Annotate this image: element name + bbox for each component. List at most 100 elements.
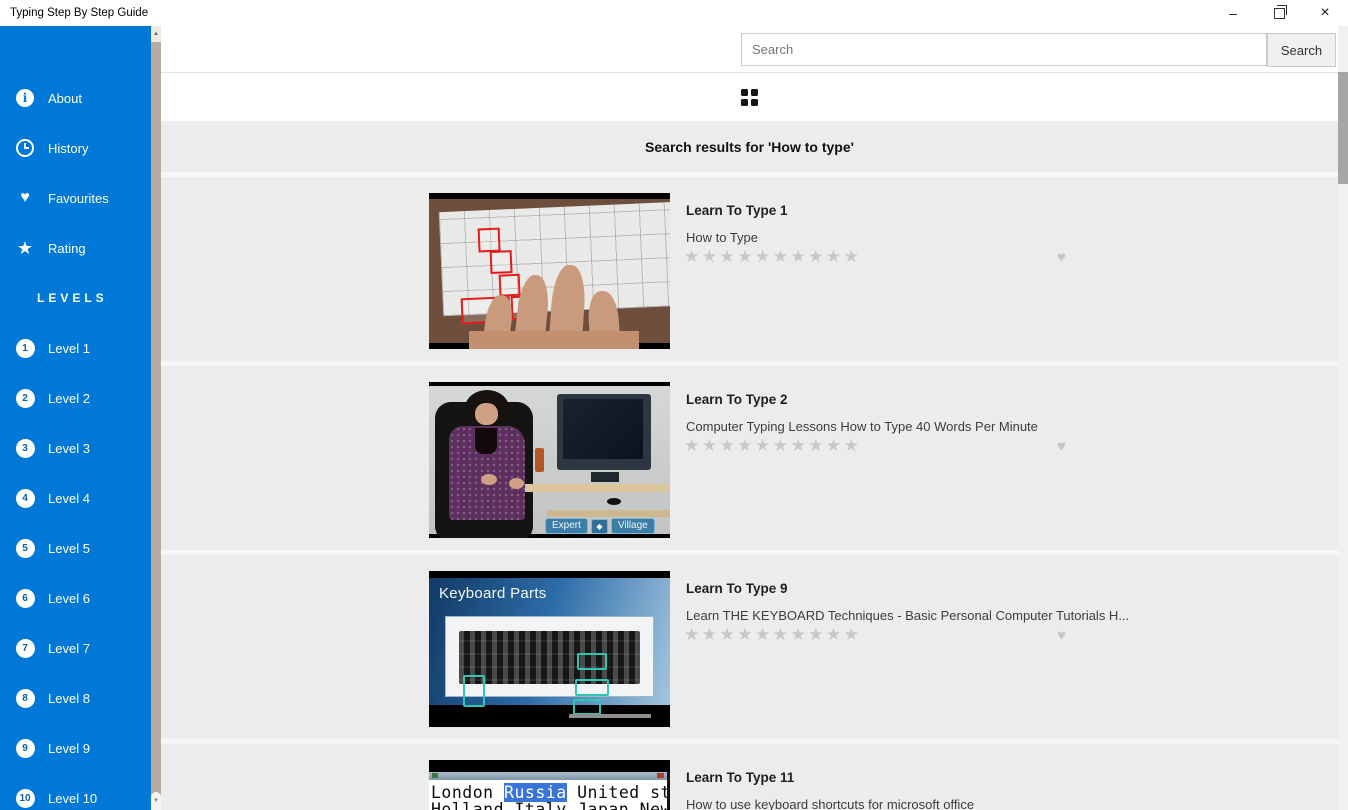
levels-section-label: LEVELS [37, 291, 108, 305]
diamond-icon: ◆ [590, 518, 608, 534]
heart-icon: ♥ [20, 189, 30, 206]
sidebar-item-history[interactable]: History [0, 123, 151, 173]
sidebar-item-label: Level 5 [48, 540, 90, 556]
results-header: Search results for 'How to type' [645, 139, 854, 155]
sidebar-item-level-3[interactable]: 3 Level 3 [0, 423, 151, 473]
sidebar-item-label: History [48, 140, 89, 156]
keyboard-image [459, 631, 640, 715]
minimize-icon: – [1229, 5, 1237, 21]
sidebar-item-about[interactable]: i About [0, 73, 151, 123]
level-8-icon: 8 [15, 688, 35, 708]
sidebar-item-label: Level 3 [48, 440, 90, 456]
result-subtitle: How to use keyboard shortcuts for micros… [686, 797, 975, 810]
close-icon: × [1320, 4, 1330, 21]
search-bar: Search [161, 26, 1338, 72]
result-title[interactable]: Learn To Type 11 [686, 770, 794, 785]
level-9-icon: 9 [15, 738, 35, 758]
sidebar-item-label: Level 9 [48, 740, 90, 756]
favourite-heart-icon[interactable]: ♥ [1057, 438, 1066, 455]
sidebar-item-label: Level 2 [48, 390, 90, 406]
result-title[interactable]: Learn To Type 2 [686, 392, 788, 407]
star-icon: ★ [16, 238, 34, 258]
result-row: London Russia United st Holland Italy Ja… [161, 744, 1338, 810]
sidebar-item-label: Favourites [48, 190, 109, 206]
level-10-icon: 10 [15, 788, 35, 808]
result-thumbnail-keyboard-parts[interactable]: Keyboard Parts [429, 571, 670, 727]
result-thumbnail-keyboard-fingers[interactable] [429, 193, 670, 349]
sidebar-item-label: About [48, 90, 82, 106]
sidebar-item-level-10[interactable]: 10 Level 10 [0, 773, 151, 810]
result-title[interactable]: Learn To Type 1 [686, 203, 788, 218]
restore-button[interactable] [1256, 0, 1302, 26]
search-button[interactable]: Search [1267, 33, 1336, 67]
scroll-down-icon[interactable]: ▼ [151, 792, 161, 810]
mini-window-chrome [429, 772, 667, 780]
level-4-icon: 4 [15, 488, 35, 508]
results-list: Learn To Type 1 How to Type ★★★★★★★★★★ ♥ [161, 172, 1338, 810]
thumbnail-photo: Expert ◆ Village [429, 386, 670, 538]
result-subtitle: How to Type [686, 230, 759, 245]
level-1-icon: 1 [15, 338, 35, 358]
sidebar-item-rating[interactable]: ★ Rating [0, 223, 151, 273]
sidebar-item-label: Level 1 [48, 340, 90, 356]
rating-stars[interactable]: ★★★★★★★★★★ [684, 625, 861, 645]
sidebar-item-label: Level 6 [48, 590, 90, 606]
rating-stars[interactable]: ★★★★★★★★★★ [684, 247, 861, 267]
thumbnail-photo: London Russia United st Holland Italy Ja… [429, 772, 670, 810]
result-subtitle: Learn THE KEYBOARD Techniques - Basic Pe… [686, 608, 1130, 623]
typing-words-text: London Russia United st Holland Italy Ja… [431, 783, 670, 810]
titlebar: Typing Step By Step Guide – × [0, 0, 1348, 26]
info-icon: i [15, 88, 35, 108]
results-header-row: Search results for 'How to type' [161, 122, 1338, 172]
scroll-up-icon[interactable]: ▲ [151, 26, 161, 42]
main-content: Search Search results for 'How to type' [161, 26, 1338, 810]
sidebar-item-label: Rating [48, 240, 86, 256]
restore-icon [1273, 4, 1287, 19]
sidebar-item-level-2[interactable]: 2 Level 2 [0, 373, 151, 423]
sidebar-scrollbar[interactable]: ▲ ▼ [151, 26, 161, 810]
sidebar-item-favourites[interactable]: ♥ Favourites [0, 173, 151, 223]
minimize-button[interactable]: – [1210, 0, 1256, 26]
result-thumbnail-presenter[interactable]: Expert ◆ Village [429, 382, 670, 538]
rating-stars[interactable]: ★★★★★★★★★★ [684, 436, 861, 456]
search-input[interactable] [741, 33, 1267, 66]
sidebar: i About History ♥ Favourites ★ Rating LE… [0, 26, 151, 810]
sidebar-item-level-8[interactable]: 8 Level 8 [0, 673, 151, 723]
thumbnail-photo [429, 199, 670, 349]
close-button[interactable]: × [1302, 0, 1348, 26]
favourite-heart-icon[interactable]: ♥ [1057, 249, 1066, 266]
sidebar-item-level-1[interactable]: 1 Level 1 [0, 323, 151, 373]
result-thumbnail-typing-text[interactable]: London Russia United st Holland Italy Ja… [429, 760, 670, 810]
sidebar-item-label: Level 10 [48, 790, 98, 806]
level-7-icon: 7 [15, 638, 35, 658]
level-2-icon: 2 [15, 388, 35, 408]
result-subtitle: Computer Typing Lessons How to Type 40 W… [686, 419, 1038, 434]
main-scrollbar[interactable] [1338, 26, 1348, 810]
watermark: Expert ◆ Village [545, 518, 655, 534]
window-controls: – × [1210, 0, 1348, 26]
sidebar-nav: i About History ♥ Favourites ★ Rating LE… [0, 73, 151, 810]
history-icon [15, 138, 35, 158]
favourite-heart-icon[interactable]: ♥ [1057, 627, 1066, 644]
sidebar-item-level-5[interactable]: 5 Level 5 [0, 523, 151, 573]
level-5-icon: 5 [15, 538, 35, 558]
thumbnail-photo: Keyboard Parts [429, 578, 670, 715]
result-row: Expert ◆ Village Learn To Type 2 Compute… [161, 366, 1338, 550]
sidebar-item-level-4[interactable]: 4 Level 4 [0, 473, 151, 523]
sidebar-item-label: Level 7 [48, 640, 90, 656]
sidebar-item-label: Level 8 [48, 690, 90, 706]
grid-view-icon[interactable] [741, 88, 758, 106]
level-3-icon: 3 [15, 438, 35, 458]
window-title: Typing Step By Step Guide [10, 7, 149, 19]
result-row: Keyboard Parts Learn To Type 9 Learn THE… [161, 555, 1338, 739]
level-6-icon: 6 [15, 588, 35, 608]
sidebar-item-level-6[interactable]: 6 Level 6 [0, 573, 151, 623]
sidebar-scrollbar-thumb[interactable] [151, 42, 161, 794]
sidebar-item-level-9[interactable]: 9 Level 9 [0, 723, 151, 773]
slide-caption: Keyboard Parts [439, 585, 547, 602]
sidebar-item-level-7[interactable]: 7 Level 7 [0, 623, 151, 673]
result-row: Learn To Type 1 How to Type ★★★★★★★★★★ ♥ [161, 177, 1338, 361]
result-title[interactable]: Learn To Type 9 [686, 581, 788, 596]
main-scrollbar-thumb[interactable] [1338, 72, 1348, 184]
view-toolbar [161, 72, 1338, 122]
